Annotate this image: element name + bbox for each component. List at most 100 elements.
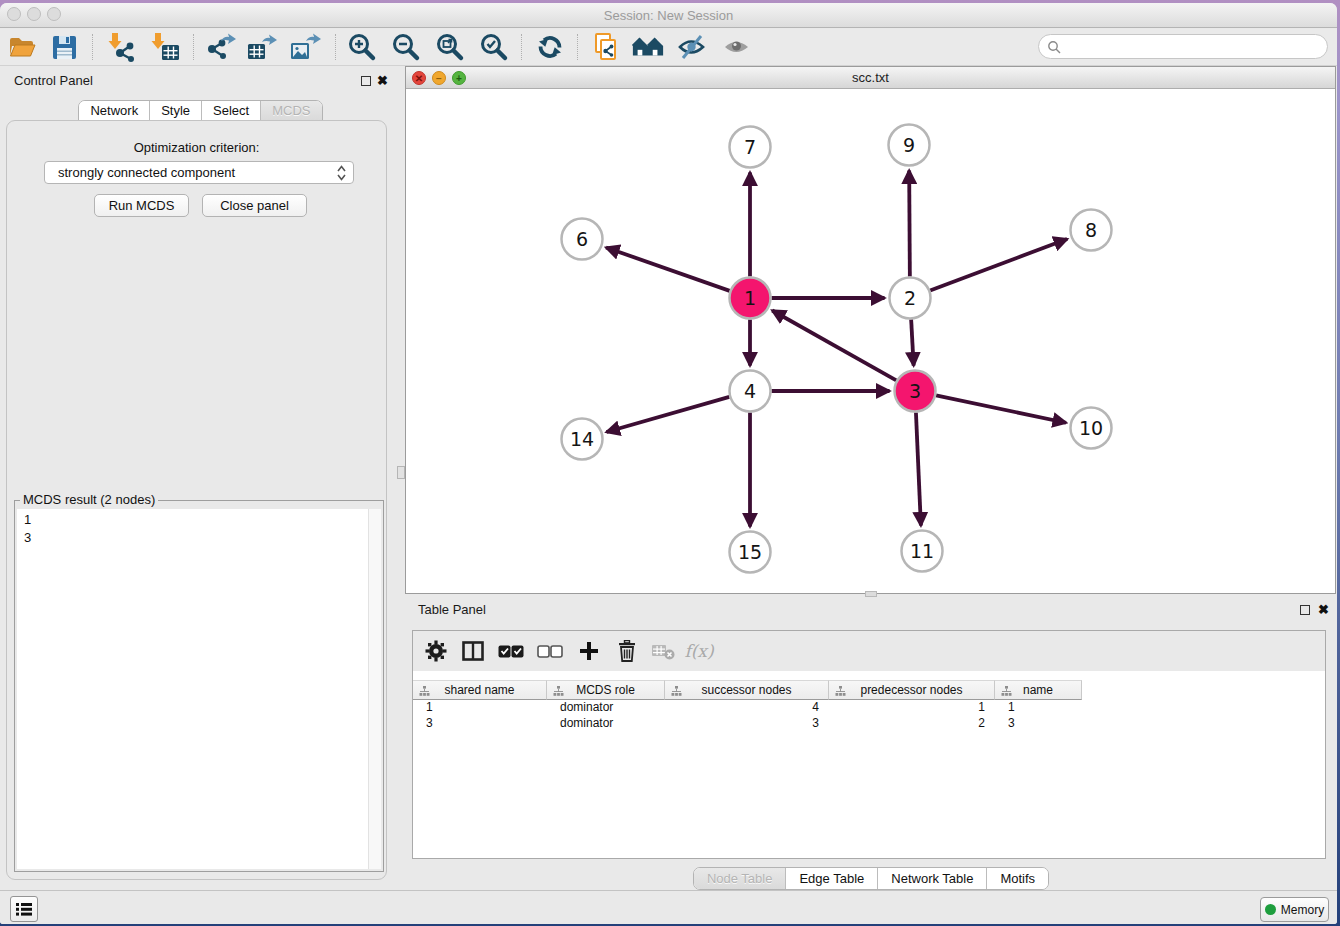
delete-column-icon[interactable] xyxy=(610,635,644,667)
zoom-fit-icon[interactable] xyxy=(433,31,467,63)
edge-4-14[interactable] xyxy=(607,397,730,432)
column-header-predecessor-nodes[interactable]: predecessor nodes xyxy=(829,680,995,700)
cell-successor-nodes[interactable]: 4 xyxy=(665,699,829,715)
import-network-icon[interactable] xyxy=(103,31,137,63)
memory-button[interactable]: Memory xyxy=(1260,897,1329,922)
refresh-icon[interactable] xyxy=(533,31,567,63)
graph-node-6[interactable]: 6 xyxy=(562,219,603,260)
window-title: Session: New Session xyxy=(0,8,1337,23)
graph-node-3[interactable]: 3 xyxy=(895,371,936,412)
column-header-name[interactable]: name xyxy=(995,680,1082,700)
svg-text:8: 8 xyxy=(1085,219,1097,241)
memory-status-dot xyxy=(1265,904,1276,915)
deselect-all-columns-icon[interactable] xyxy=(533,635,567,667)
export-network-icon[interactable] xyxy=(203,31,237,63)
duplicate-network-icon[interactable] xyxy=(588,31,622,63)
zoom-out-icon[interactable] xyxy=(389,31,423,63)
add-column-icon[interactable] xyxy=(572,635,606,667)
tab-node-table[interactable]: Node Table xyxy=(694,868,786,889)
graph-node-1[interactable]: 1 xyxy=(730,278,771,319)
task-history-button[interactable] xyxy=(10,896,38,922)
show-column-panel-icon[interactable] xyxy=(456,635,490,667)
cell-shared-name[interactable]: 3 xyxy=(413,715,547,731)
table-options-icon[interactable] xyxy=(419,635,453,667)
select-all-columns-icon[interactable] xyxy=(494,635,528,667)
table-row[interactable]: 1dominator411 xyxy=(413,699,1082,715)
cell-successor-nodes[interactable]: 3 xyxy=(665,715,829,731)
optimization-criterion-label: Optimization criterion: xyxy=(0,140,393,155)
graph-node-9[interactable]: 9 xyxy=(889,125,930,166)
svg-text:7: 7 xyxy=(744,136,756,158)
float-panel-icon[interactable] xyxy=(361,76,371,86)
cell-MCDS-role[interactable]: dominator xyxy=(547,699,665,715)
mcds-result-title: MCDS result (2 nodes) xyxy=(20,492,158,507)
zoom-in-icon[interactable] xyxy=(345,31,379,63)
criterion-select[interactable]: strongly connected component xyxy=(44,161,354,184)
edge-2-3[interactable] xyxy=(911,319,913,365)
edge-2-9[interactable] xyxy=(909,170,910,276)
graph-node-14[interactable]: 14 xyxy=(562,419,603,460)
table-row[interactable]: 3dominator323 xyxy=(413,715,1082,731)
list-icon xyxy=(16,902,32,916)
tab-motifs[interactable]: Motifs xyxy=(986,868,1048,889)
select-stepper-icon xyxy=(337,165,346,187)
network-canvas[interactable]: 7 9 6 8 1 2 4 3 14 10 15 11 xyxy=(406,89,1335,593)
column-type-icon xyxy=(1001,686,1012,696)
edge-3-1[interactable] xyxy=(772,311,896,381)
cell-name[interactable]: 1 xyxy=(995,699,1082,715)
result-scrollbar[interactable] xyxy=(368,509,381,869)
tab-network-table[interactable]: Network Table xyxy=(877,868,986,889)
tab-edge-table[interactable]: Edge Table xyxy=(785,868,877,889)
control-panel-title: Control Panel xyxy=(14,73,93,88)
export-table-icon[interactable] xyxy=(245,31,279,63)
graph-node-15[interactable]: 15 xyxy=(730,532,771,573)
edge-3-11[interactable] xyxy=(916,412,921,525)
graph-node-2[interactable]: 2 xyxy=(890,278,931,319)
save-icon[interactable] xyxy=(47,31,81,63)
tab-network[interactable]: Network xyxy=(79,101,149,120)
cell-predecessor-nodes[interactable]: 1 xyxy=(829,699,995,715)
cell-shared-name[interactable]: 1 xyxy=(413,699,547,715)
edge-2-8[interactable] xyxy=(930,239,1067,290)
function-builder-icon[interactable]: f(x) xyxy=(682,635,716,667)
zoom-selected-icon[interactable] xyxy=(477,31,511,63)
home-layout-icon[interactable] xyxy=(631,31,665,63)
close-panel-button[interactable]: Close panel xyxy=(202,194,307,217)
column-header-MCDS-role[interactable]: MCDS role xyxy=(547,680,665,700)
graph-node-10[interactable]: 10 xyxy=(1071,408,1112,449)
cell-name[interactable]: 3 xyxy=(995,715,1082,731)
result-line: 3 xyxy=(17,529,381,547)
graph-node-7[interactable]: 7 xyxy=(730,127,771,168)
column-header-successor-nodes[interactable]: successor nodes xyxy=(665,680,829,700)
delete-table-icon[interactable] xyxy=(646,635,680,667)
tab-mcds[interactable]: MCDS xyxy=(260,101,321,120)
column-header-shared-name[interactable]: shared name xyxy=(413,680,547,700)
svg-text:4: 4 xyxy=(744,380,756,402)
svg-text:1: 1 xyxy=(744,287,756,309)
splitter-grip-vertical[interactable] xyxy=(397,466,405,479)
graph-node-8[interactable]: 8 xyxy=(1071,210,1112,251)
tab-select[interactable]: Select xyxy=(201,101,260,120)
show-all-icon[interactable] xyxy=(720,31,754,63)
cell-predecessor-nodes[interactable]: 2 xyxy=(829,715,995,731)
table-float-icon[interactable] xyxy=(1300,605,1310,615)
edge-1-6[interactable] xyxy=(606,247,730,290)
graph-node-4[interactable]: 4 xyxy=(730,371,771,412)
export-image-icon[interactable] xyxy=(288,31,322,63)
tab-style[interactable]: Style xyxy=(149,101,201,120)
import-table-icon[interactable] xyxy=(148,31,182,63)
cell-MCDS-role[interactable]: dominator xyxy=(547,715,665,731)
table-close-icon[interactable]: ✖ xyxy=(1318,605,1329,615)
close-panel-icon[interactable]: ✖ xyxy=(377,76,388,86)
control-panel: Control Panel ✖ NetworkStyleSelectMCDS O… xyxy=(0,66,393,889)
control-panel-tabs: NetworkStyleSelectMCDS xyxy=(0,100,393,121)
search-box[interactable] xyxy=(1038,34,1328,59)
edge-3-10[interactable] xyxy=(936,395,1066,422)
column-type-icon xyxy=(419,686,430,696)
search-input[interactable] xyxy=(1061,39,1327,54)
network-window: ✕ − + scc.txt 7968124314101511 xyxy=(405,66,1336,594)
run-mcds-button[interactable]: Run MCDS xyxy=(94,194,189,217)
graph-node-11[interactable]: 11 xyxy=(902,531,943,572)
hide-selected-icon[interactable] xyxy=(675,31,709,63)
open-file-icon[interactable] xyxy=(5,31,39,63)
